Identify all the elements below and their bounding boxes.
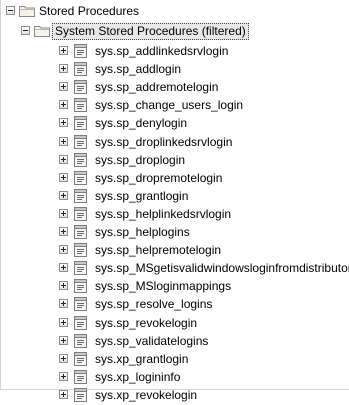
procedure-label: sys.sp_MSgetisvalidwindowsloginfromdistr…: [95, 261, 349, 275]
stored-procedure-icon: [74, 207, 87, 221]
procedure-label: sys.sp_droplogin: [95, 153, 186, 167]
stored-procedure-icon: [74, 189, 87, 203]
tree-node-procedure[interactable]: sys.sp_addlinkedsrvlogin: [1, 42, 349, 61]
stored-procedure-icon: [74, 370, 87, 384]
expand-plus-icon[interactable]: [59, 100, 68, 109]
tree-node-system-stored-procedures[interactable]: System Stored Procedures (filtered): [1, 22, 349, 41]
tree-node-procedure[interactable]: sys.sp_change_users_login: [1, 96, 349, 115]
folder-icon: [34, 26, 50, 37]
tree-node-procedure[interactable]: sys.sp_revokelogin: [1, 314, 349, 333]
procedure-label: sys.sp_change_users_login: [95, 98, 244, 112]
tree-node-procedure[interactable]: sys.sp_addremotelogin: [1, 78, 349, 97]
expand-plus-icon[interactable]: [59, 173, 68, 182]
tree-node-procedure[interactable]: sys.xp_logininfo: [1, 368, 349, 387]
tree-node-procedure[interactable]: sys.sp_droplinkedsrvlogin: [1, 133, 349, 152]
tree-node-label: Stored Procedures: [39, 4, 140, 18]
stored-procedure-icon: [74, 388, 87, 402]
stored-procedure-icon: [74, 225, 87, 239]
tree-node-procedure[interactable]: sys.xp_grantlogin: [1, 350, 349, 369]
tree-node-procedure[interactable]: sys.sp_addlogin: [1, 60, 349, 79]
procedure-label: sys.sp_addremotelogin: [95, 80, 219, 94]
expand-plus-icon[interactable]: [59, 336, 68, 345]
stored-procedure-icon: [74, 297, 87, 311]
stored-procedure-icon: [74, 261, 87, 275]
procedure-label: sys.sp_helplinkedsrvlogin: [95, 207, 232, 221]
expand-plus-icon[interactable]: [59, 318, 68, 327]
tree-node-procedure[interactable]: sys.sp_resolve_logins: [1, 295, 349, 314]
procedure-label: sys.sp_helplogins: [95, 225, 190, 239]
expand-plus-icon[interactable]: [59, 227, 68, 236]
procedure-label: sys.sp_resolve_logins: [95, 297, 213, 311]
tree-node-procedure[interactable]: sys.sp_helplogins: [1, 223, 349, 242]
tree-node-procedure[interactable]: sys.sp_denylogin: [1, 114, 349, 133]
stored-procedure-icon: [74, 98, 87, 112]
tree-node-stored-procedures[interactable]: Stored Procedures: [1, 2, 349, 21]
stored-procedure-icon: [74, 171, 87, 185]
stored-procedure-icon: [74, 116, 87, 130]
expand-plus-icon[interactable]: [59, 46, 68, 55]
expand-plus-icon[interactable]: [59, 137, 68, 146]
stored-procedure-icon: [74, 316, 87, 330]
expand-plus-icon[interactable]: [59, 82, 68, 91]
stored-procedure-icon: [74, 44, 87, 58]
tree-node-procedure[interactable]: sys.sp_grantlogin: [1, 187, 349, 206]
expand-plus-icon[interactable]: [59, 299, 68, 308]
expand-plus-icon[interactable]: [59, 354, 68, 363]
tree-node-procedure[interactable]: sys.sp_MSloginmappings: [1, 277, 349, 296]
procedure-label: sys.sp_helpremotelogin: [95, 243, 222, 257]
tree-node-procedure[interactable]: sys.sp_droplogin: [1, 151, 349, 170]
collapse-minus-icon[interactable]: [21, 26, 30, 35]
procedure-label: sys.sp_dropremotelogin: [95, 171, 223, 185]
procedure-label: sys.sp_addlogin: [95, 62, 182, 76]
tree-node-procedure[interactable]: sys.sp_MSgetisvalidwindowsloginfromdistr…: [1, 259, 349, 278]
object-explorer-tree: Stored Procedures System Stored Procedur…: [0, 0, 349, 402]
stored-procedure-icon: [74, 243, 87, 257]
expand-plus-icon[interactable]: [59, 390, 68, 399]
procedure-label: sys.xp_revokelogin: [95, 388, 198, 402]
expand-plus-icon[interactable]: [59, 245, 68, 254]
stored-procedure-icon: [74, 279, 87, 293]
stored-procedure-icon: [74, 135, 87, 149]
stored-procedure-icon: [74, 153, 87, 167]
expand-plus-icon[interactable]: [59, 209, 68, 218]
expand-plus-icon[interactable]: [59, 191, 68, 200]
expand-plus-icon[interactable]: [59, 263, 68, 272]
expand-plus-icon[interactable]: [59, 118, 68, 127]
procedure-label: sys.xp_logininfo: [95, 370, 181, 384]
procedure-label: sys.xp_grantlogin: [95, 352, 189, 366]
procedure-label: sys.sp_droplinkedsrvlogin: [95, 135, 233, 149]
expand-plus-icon[interactable]: [59, 155, 68, 164]
collapse-minus-icon[interactable]: [6, 6, 15, 15]
stored-procedure-icon: [74, 80, 87, 94]
stored-procedure-icon: [74, 334, 87, 348]
tree-node-procedure[interactable]: sys.xp_revokelogin: [1, 386, 349, 405]
tree-node-procedure[interactable]: sys.sp_dropremotelogin: [1, 169, 349, 188]
stored-procedure-icon: [74, 62, 87, 76]
procedure-label: sys.sp_validatelogins: [95, 334, 209, 348]
expand-plus-icon[interactable]: [59, 372, 68, 381]
procedure-label: sys.sp_denylogin: [95, 116, 188, 130]
procedure-label: sys.sp_revokelogin: [95, 316, 198, 330]
expand-plus-icon[interactable]: [59, 281, 68, 290]
tree-node-label: System Stored Procedures (filtered): [52, 23, 249, 40]
stored-procedure-icon: [74, 352, 87, 366]
tree-node-procedure[interactable]: sys.sp_helpremotelogin: [1, 241, 349, 260]
tree-node-procedure[interactable]: sys.sp_validatelogins: [1, 332, 349, 351]
procedure-label: sys.sp_MSloginmappings: [95, 279, 232, 293]
tree-node-procedure[interactable]: sys.sp_helplinkedsrvlogin: [1, 205, 349, 224]
procedure-label: sys.sp_addlinkedsrvlogin: [95, 44, 229, 58]
procedure-label: sys.sp_grantlogin: [95, 189, 189, 203]
folder-icon: [19, 6, 35, 17]
expand-plus-icon[interactable]: [59, 64, 68, 73]
